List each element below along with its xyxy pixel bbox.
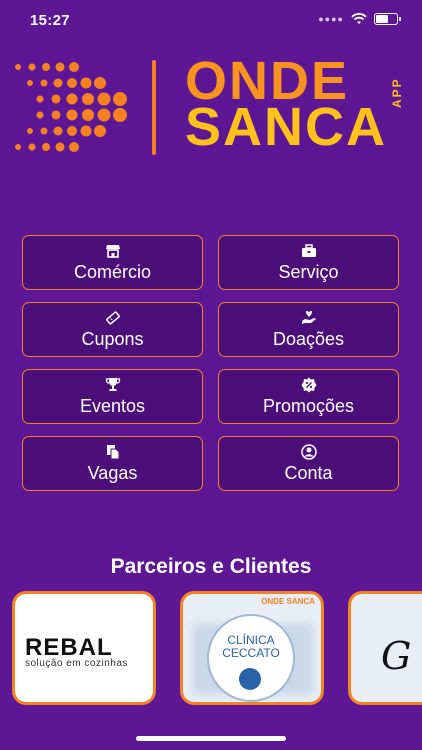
partners-title: Parceiros e Clientes xyxy=(110,555,312,578)
vagas-button[interactable]: Vagas xyxy=(22,436,203,491)
eventos-label: Eventos xyxy=(79,395,146,416)
status-icons: ●●●● xyxy=(318,13,401,25)
cupons-button[interactable]: Cupons xyxy=(22,302,203,357)
status-time: 15:27 xyxy=(30,12,70,29)
brand-line2: SANCA xyxy=(185,97,388,157)
home-indicator xyxy=(136,736,286,741)
servico-label: Serviço xyxy=(278,261,339,282)
hand-heart-icon xyxy=(301,310,316,324)
servico-button[interactable]: Serviço xyxy=(218,235,399,290)
battery-icon xyxy=(374,13,401,25)
partners-carousel[interactable]: REBAL solução em cozinhas ONDE SANCA CLÍ… xyxy=(12,591,422,709)
partner-card-clinica-ceccato[interactable]: ONDE SANCA CLÍNICA CECCATO xyxy=(180,591,324,705)
ticket-icon xyxy=(105,311,120,324)
trophy-icon xyxy=(105,377,120,391)
clinica-ceccato-name: CLÍNICA CECCATO xyxy=(222,633,280,660)
badge-percent-icon xyxy=(301,377,316,392)
partner-card-rebal[interactable]: REBAL solução em cozinhas xyxy=(12,591,156,705)
user-circle-icon xyxy=(300,443,317,460)
partner-card-third[interactable]: G xyxy=(348,591,422,705)
logo-divider xyxy=(152,60,156,155)
store-icon xyxy=(105,244,120,258)
comercio-button[interactable]: Comércio xyxy=(22,235,203,290)
dots-arrow-logo-icon xyxy=(15,62,127,152)
brand-wordmark: ONDE SANCA xyxy=(185,54,388,157)
conta-button[interactable]: Conta xyxy=(218,436,399,491)
vagas-label: Vagas xyxy=(87,462,138,483)
comercio-label: Comércio xyxy=(73,261,152,282)
toolbox-icon xyxy=(301,243,316,257)
promocoes-button[interactable]: Promoções xyxy=(218,369,399,424)
doacoes-button[interactable]: Doações xyxy=(218,302,399,357)
promocoes-label: Promoções xyxy=(262,395,355,416)
conta-label: Conta xyxy=(284,462,333,483)
rebal-tagline: solução em cozinhas xyxy=(25,658,128,669)
wifi-icon xyxy=(351,13,367,24)
main-menu: Comércio Serviço Cupons Doações Eventos … xyxy=(22,235,399,491)
cupons-label: Cupons xyxy=(81,328,144,349)
doacoes-label: Doações xyxy=(272,328,345,349)
clinica-logo-mark xyxy=(239,668,261,690)
status-bar: 15:27 ●●●● xyxy=(0,0,422,40)
onde-sanca-mini-logo: ONDE SANCA xyxy=(261,597,315,606)
eventos-button[interactable]: Eventos xyxy=(22,369,203,424)
script-logo: G xyxy=(381,634,412,678)
brand-app-label: APP xyxy=(390,77,404,108)
documents-icon xyxy=(106,444,119,459)
signal-icon: ●●●● xyxy=(318,14,344,24)
